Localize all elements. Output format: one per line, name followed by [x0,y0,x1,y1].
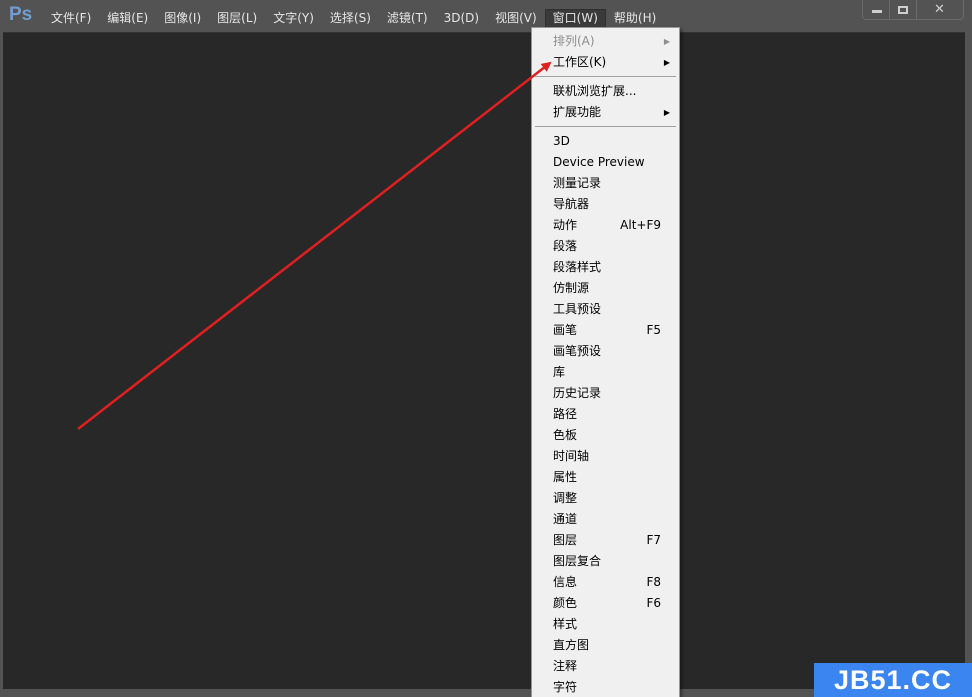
menu-item-label: 样式 [553,617,578,631]
window-menu-item[interactable]: 联机浏览扩展... [532,81,679,102]
window-menu-item[interactable]: 导航器 [532,194,679,215]
menu-item-label: 历史记录 [553,386,602,400]
window-menu-item[interactable]: 仿制源 [532,278,679,299]
window-menu-item[interactable]: 时间轴 [532,446,679,467]
menu-item-label: 导航器 [553,197,590,211]
menu-item-9[interactable]: 窗口(W) [544,8,606,28]
menu-item-7[interactable]: 3D(D) [436,9,487,28]
window-menu-item: 排列(A) ▶ [532,31,679,52]
window-menu-item[interactable]: 画笔 F5 [532,320,679,341]
menu-item-5[interactable]: 选择(S) [322,9,379,28]
window-menu-item[interactable]: 画笔预设 [532,341,679,362]
menu-item-label: 仿制源 [553,281,590,295]
window-menu-item[interactable]: 测量记录 [532,173,679,194]
menu-item-label: 信息 [553,575,578,589]
window-menu-dropdown: 排列(A) ▶ 工作区(K) ▶ 联机浏览扩展... 扩展功能 ▶ 3D Device Prev… [531,27,680,697]
menu-item-shortcut: F6 [646,596,661,610]
close-icon: ✕ [933,2,945,17]
menu-item-label: 调整 [553,491,578,505]
menu-item-label: 路径 [553,407,578,421]
menu-item-4[interactable]: 文字(Y) [265,9,322,28]
menu-item-label: 时间轴 [553,449,590,463]
window-menu-item[interactable]: 图层复合 [532,551,679,572]
menu-item-3[interactable]: 图层(L) [209,9,265,28]
window-menu-item[interactable]: 属性 [532,467,679,488]
menu-item-label: 色板 [553,428,578,442]
menu-item-shortcut: F8 [646,575,661,589]
menu-item-label: 工具预设 [553,302,602,316]
window-menu-item[interactable]: 历史记录 [532,383,679,404]
window-menu-item[interactable]: 3D [532,131,679,152]
window-menu-item[interactable]: 工作区(K) ▶ [532,52,679,73]
window-menu-item[interactable]: 色板 [532,425,679,446]
menu-item-2[interactable]: 图像(I) [156,9,209,28]
menu-item-label: 通道 [553,512,578,526]
menu-item-6[interactable]: 滤镜(T) [379,9,436,28]
menu-item-label: 段落样式 [553,260,602,274]
document-canvas-area[interactable] [3,32,965,689]
window-menu-item[interactable]: 直方图 [532,635,679,656]
menu-item-label: 直方图 [553,638,590,652]
menu-item-label: 段落 [553,239,578,253]
menu-item-label: 注释 [553,659,578,673]
menu-item-label: 联机浏览扩展... [553,84,637,98]
menu-item-10[interactable]: 帮助(H) [606,9,664,28]
window-menu-item[interactable]: 库 [532,362,679,383]
menu-item-shortcut: F5 [646,323,661,337]
minimize-button[interactable] [863,0,891,19]
menu-item-label: 画笔预设 [553,344,602,358]
menu-bar: 文件(F) 编辑(E) 图像(I) 图层(L) 文字(Y) 选择(S) 滤镜(T) 3D(D)… [43,8,664,28]
submenu-arrow-icon: ▶ [663,108,670,117]
menu-item-label: 图层复合 [553,554,602,568]
window-menu-item[interactable]: 颜色 F6 [532,593,679,614]
menu-item-shortcut: Alt+F9 [620,218,661,232]
menu-item-label: 字符 [553,680,578,694]
window-menu-item[interactable]: 通道 [532,509,679,530]
menu-item-label: 属性 [553,470,578,484]
title-bar: Ps 文件(F) 编辑(E) 图像(I) 图层(L) 文字(Y) 选择(S) 滤镜(T) 3D… [0,0,972,32]
menu-item-label: 图层 [553,533,578,547]
submenu-arrow-icon: ▶ [663,58,670,67]
window-menu-item[interactable]: 路径 [532,404,679,425]
menu-item-label: Device Preview [553,155,645,169]
submenu-arrow-icon: ▶ [663,37,670,46]
menu-item-label: 画笔 [553,323,578,337]
menu-item-label: 库 [553,365,566,379]
minimize-icon [872,10,882,13]
close-button[interactable]: ✕ [917,0,963,19]
window-menu-item[interactable]: 信息 F8 [532,572,679,593]
menu-item-0[interactable]: 文件(F) [43,9,99,28]
menu-item-label: 排列(A) [553,34,595,48]
menu-item-8[interactable]: 视图(V) [487,9,545,28]
menu-item-label: 颜色 [553,596,578,610]
window-menu-item[interactable]: Device Preview [532,152,679,173]
menu-separator [532,73,679,81]
menu-item-label: 3D [553,134,570,148]
window-menu-item[interactable]: 工具预设 [532,299,679,320]
window-menu-item[interactable]: 动作 Alt+F9 [532,215,679,236]
maximize-icon [898,6,909,14]
window-menu-item[interactable]: 字符 [532,677,679,697]
window-menu-item[interactable]: 调整 [532,488,679,509]
menu-item-label: 测量记录 [553,176,602,190]
menu-item-shortcut: F7 [646,533,661,547]
menu-item-label: 扩展功能 [553,105,602,119]
window-controls: ✕ [862,0,964,20]
photoshop-logo: Ps [9,4,33,25]
menu-separator [532,123,679,131]
window-menu-item[interactable]: 段落 [532,236,679,257]
window-border-right [965,32,972,697]
menu-item-1[interactable]: 编辑(E) [99,9,156,28]
watermark: JB51.CC [814,663,972,697]
window-menu-item[interactable]: 扩展功能 ▶ [532,102,679,123]
window-menu-item[interactable]: 样式 [532,614,679,635]
menu-item-label: 动作 [553,218,578,232]
window-menu-item[interactable]: 注释 [532,656,679,677]
maximize-button[interactable] [890,0,917,19]
window-menu-item[interactable]: 图层 F7 [532,530,679,551]
window-menu-item[interactable]: 段落样式 [532,257,679,278]
menu-item-label: 工作区(K) [553,55,607,69]
